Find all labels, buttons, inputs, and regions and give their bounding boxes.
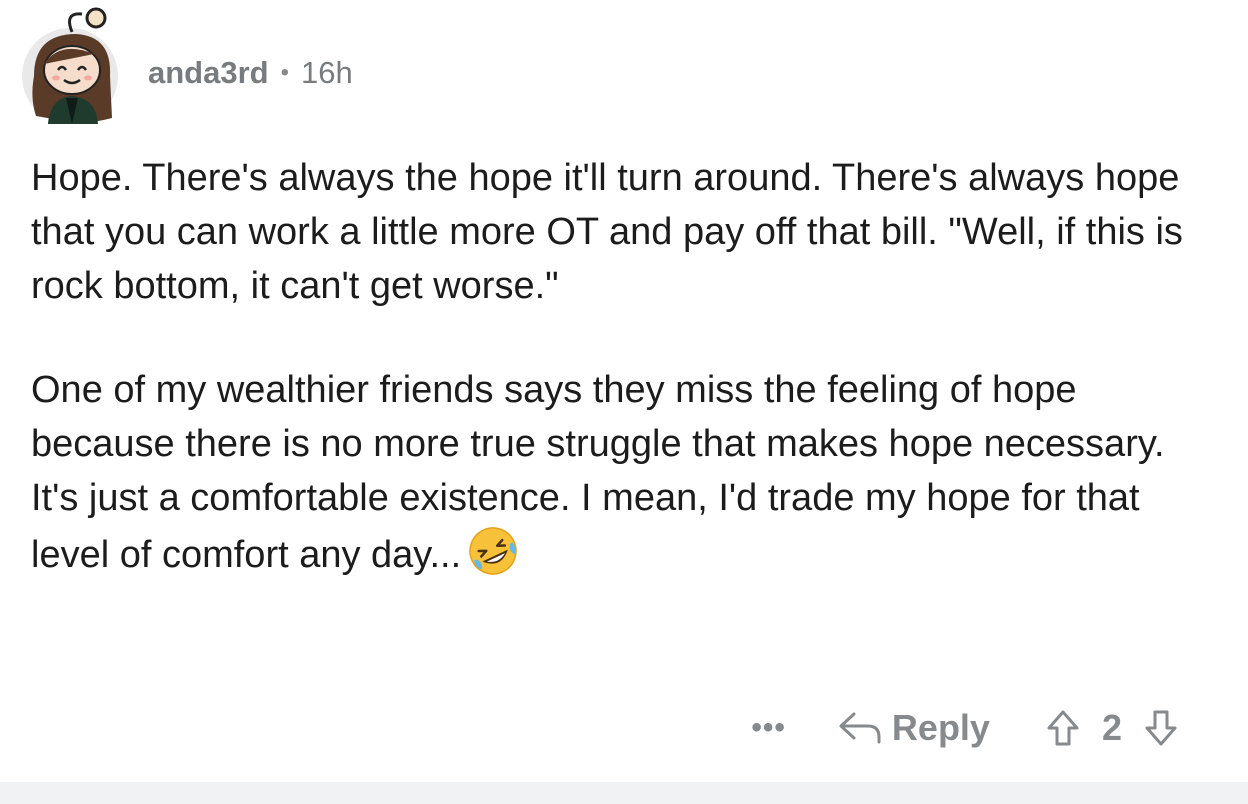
downvote-arrow-icon[interactable] [1144, 709, 1178, 747]
comment-age[interactable]: 16h [301, 55, 353, 91]
rolling-on-floor-laughing-icon [467, 525, 519, 577]
avatar[interactable] [20, 6, 122, 124]
more-options-button[interactable]: ••• [751, 711, 786, 745]
upvote-arrow-icon[interactable] [1046, 709, 1080, 747]
vote-score: 2 [1101, 707, 1122, 748]
vote-controls: 2 [1046, 707, 1178, 749]
reply-arrow-icon [838, 710, 882, 746]
reply-label: Reply [891, 707, 990, 748]
comment-paragraph-text: One of my wealthier friends says they mi… [31, 369, 1165, 576]
comment-header: anda3rd • 16h [20, 6, 353, 124]
comment-paragraph: Hope. There's always the hope it'll turn… [31, 157, 1183, 307]
meta-separator: • [280, 59, 290, 86]
divider-strip [0, 782, 1248, 804]
comment-actions: ••• Reply 2 [751, 700, 1178, 756]
author-username[interactable]: anda3rd [148, 55, 269, 91]
avatar-icon [22, 7, 118, 124]
reply-button[interactable]: Reply [838, 707, 990, 749]
comment-meta: anda3rd • 16h [148, 55, 353, 91]
comment-body: Hope. There's always the hope it'll turn… [31, 151, 1221, 582]
comment-paragraph-with-emoji: One of my wealthier friends says they mi… [31, 363, 1221, 582]
comment-card: anda3rd • 16h Hope. There's always the h… [0, 0, 1248, 782]
